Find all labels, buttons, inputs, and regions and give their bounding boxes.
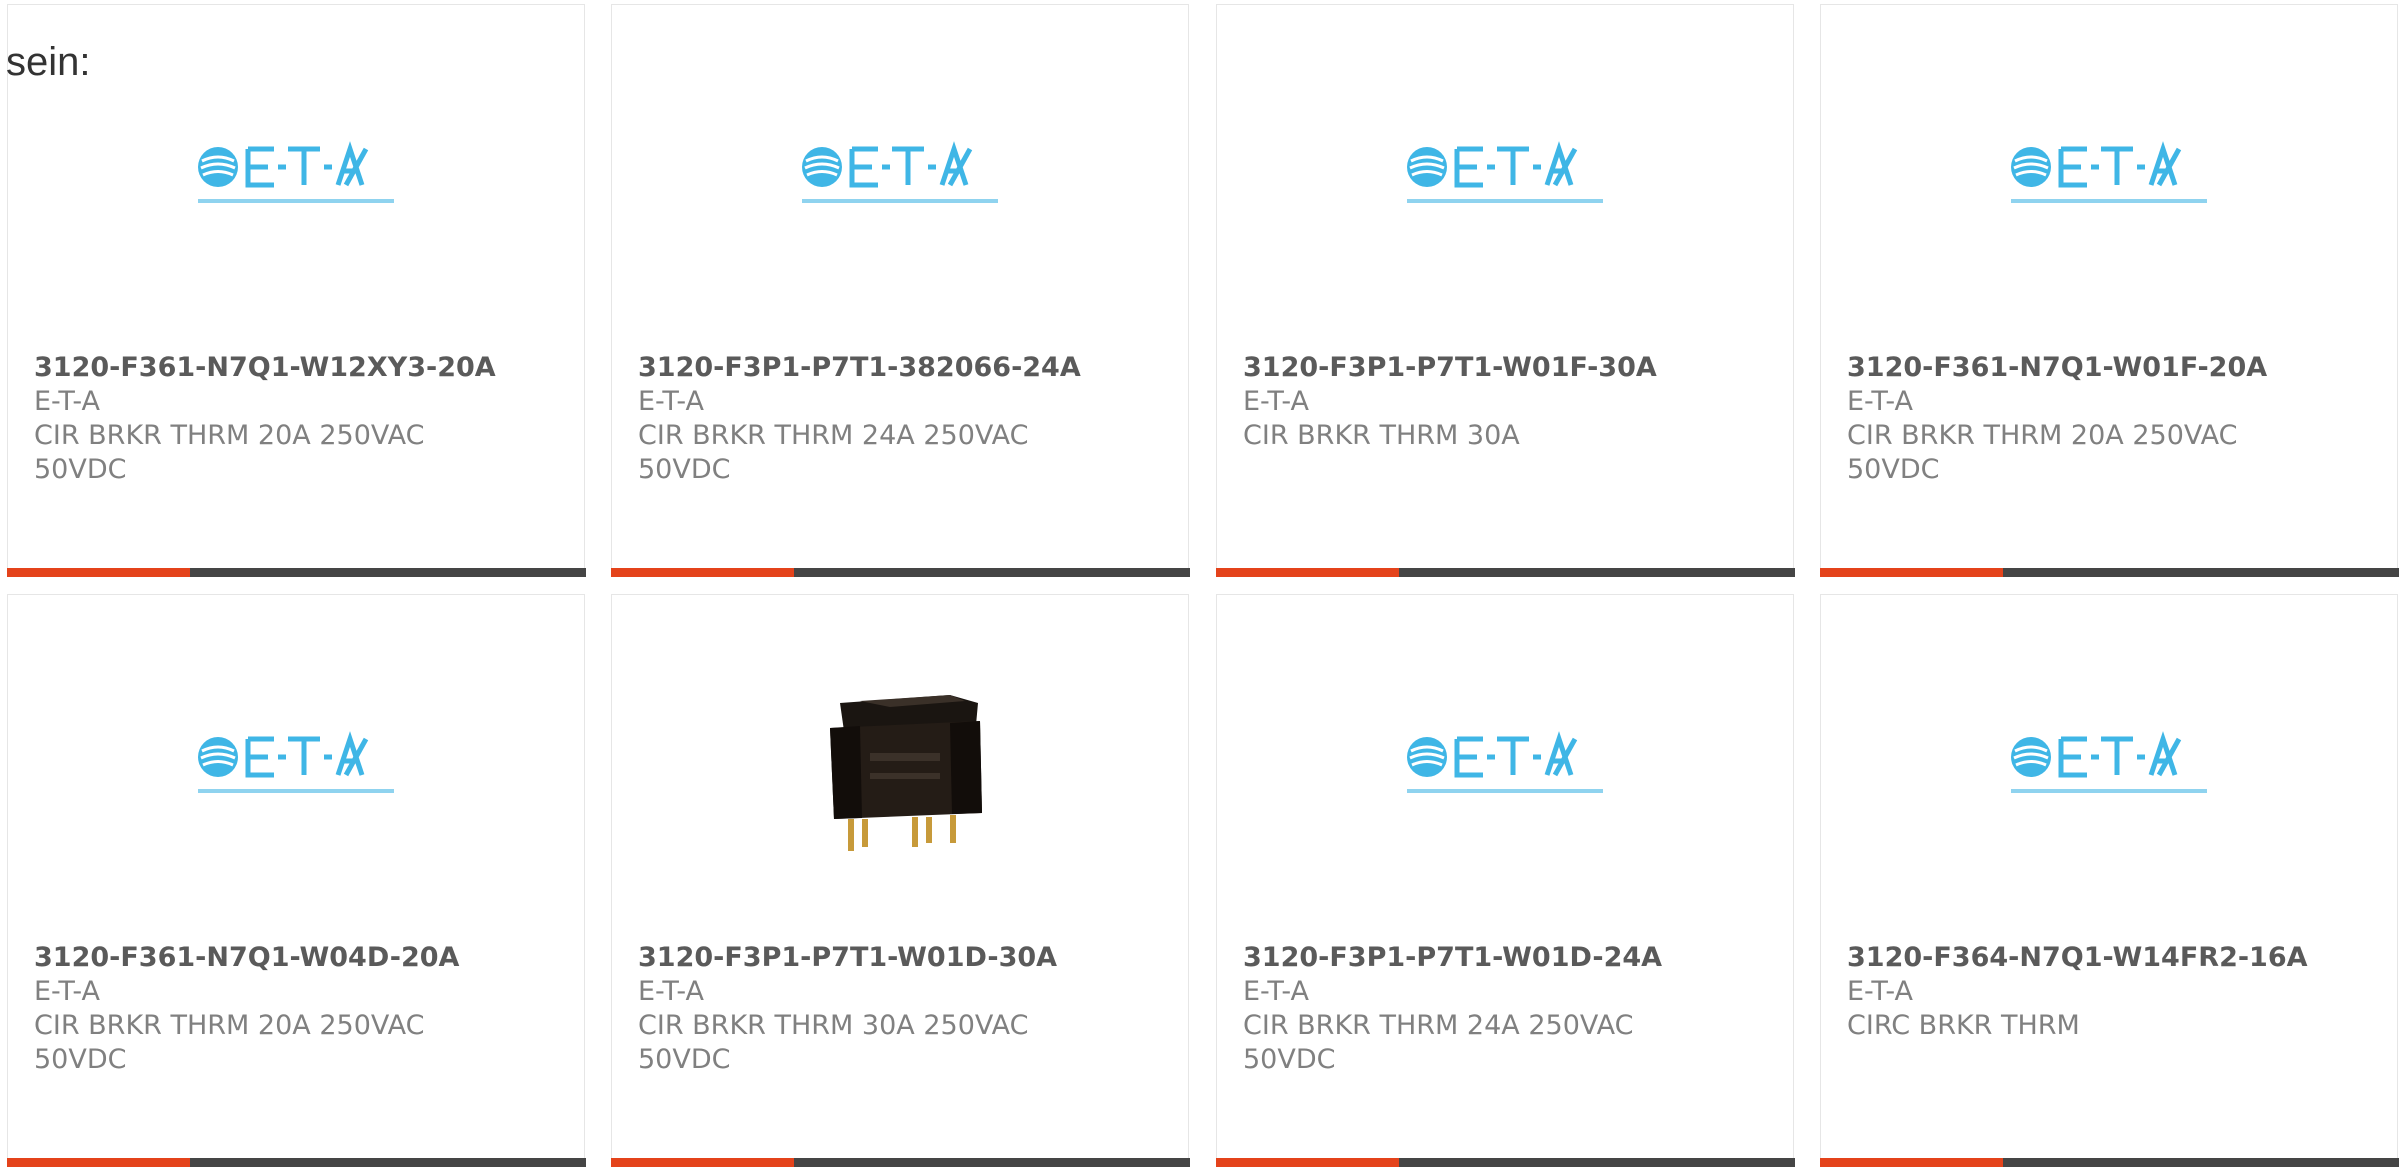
card-footer-bar [610,567,1190,577]
product-card[interactable]: 3120-F3P1-P7T1-W01D-24A E-T-A CIR BRKR T… [1215,594,1795,1167]
description: CIRC BRKR THRM [1847,1010,2080,1041]
product-info: 3120-F3P1-P7T1-382066-24A E-T-A CIR BRKR… [638,351,1168,487]
card-footer-bar [1819,1157,2399,1167]
eta-logo-icon [198,731,394,793]
part-number-link[interactable]: 3120-F361-N7Q1-W04D-20A [34,941,564,975]
manufacturer: E-T-A [1243,386,1309,417]
part-number-link[interactable]: 3120-F361-N7Q1-W01F-20A [1847,351,2377,385]
card-footer-bar [1215,1157,1795,1167]
description: CIR BRKR THRM 20A 250VAC 50VDC [34,420,425,485]
eta-logo-icon [802,141,998,203]
part-number-link[interactable]: 3120-F364-N7Q1-W14FR2-16A [1847,941,2377,975]
product-image[interactable] [8,141,584,361]
product-info: 3120-F361-N7Q1-W12XY3-20A E-T-A CIR BRKR… [34,351,564,487]
product-info: 3120-F364-N7Q1-W14FR2-16A E-T-A CIRC BRK… [1847,941,2377,1043]
card-accent [610,567,794,577]
card-accent [6,567,190,577]
part-number-link[interactable]: 3120-F3P1-P7T1-W01D-30A [638,941,1168,975]
card-footer-bar [1215,567,1795,577]
part-number-link[interactable]: 3120-F3P1-P7T1-W01F-30A [1243,351,1773,385]
product-card[interactable]: 3120-F364-N7Q1-W14FR2-16A E-T-A CIRC BRK… [1819,594,2399,1167]
card-accent [6,1157,190,1167]
product-image[interactable] [1217,141,1793,361]
card-accent [1819,567,2003,577]
product-info: 3120-F3P1-P7T1-W01D-24A E-T-A CIR BRKR T… [1243,941,1773,1077]
product-image[interactable] [612,141,1188,361]
product-image[interactable] [1821,731,2397,951]
product-info: 3120-F361-N7Q1-W01F-20A E-T-A CIR BRKR T… [1847,351,2377,487]
eta-logo-icon [2011,731,2207,793]
card-accent [1215,567,1399,577]
manufacturer: E-T-A [1847,386,1913,417]
product-info: 3120-F361-N7Q1-W04D-20A E-T-A CIR BRKR T… [34,941,564,1077]
eta-logo-icon [2011,141,2207,203]
eta-logo-icon [198,141,394,203]
card-footer-bar [6,567,586,577]
description: CIR BRKR THRM 30A 250VAC 50VDC [638,1010,1029,1075]
product-card[interactable]: 3120-F3P1-P7T1-W01F-30A E-T-A CIR BRKR T… [1215,4,1795,577]
manufacturer: E-T-A [34,976,100,1007]
card-accent [1819,1157,2003,1167]
product-info: 3120-F3P1-P7T1-W01F-30A E-T-A CIR BRKR T… [1243,351,1773,453]
rocker-switch-photo-icon [800,673,1000,863]
product-card[interactable]: 3120-F361-N7Q1-W12XY3-20A E-T-A CIR BRKR… [6,4,586,577]
card-footer-bar [6,1157,586,1167]
description: CIR BRKR THRM 20A 250VAC 50VDC [1847,420,2238,485]
intro-text: sein: [6,40,91,84]
description: CIR BRKR THRM 24A 250VAC 50VDC [638,420,1029,485]
card-accent [1215,1157,1399,1167]
card-accent [610,1157,794,1167]
product-image[interactable] [1217,731,1793,951]
product-card[interactable]: 3120-F361-N7Q1-W01F-20A E-T-A CIR BRKR T… [1819,4,2399,577]
product-card[interactable]: 3120-F3P1-P7T1-382066-24A E-T-A CIR BRKR… [610,4,1190,577]
manufacturer: E-T-A [1847,976,1913,1007]
manufacturer: E-T-A [1243,976,1309,1007]
product-info: 3120-F3P1-P7T1-W01D-30A E-T-A CIR BRKR T… [638,941,1168,1077]
product-image[interactable] [1821,141,2397,361]
product-image[interactable] [8,731,584,951]
product-card[interactable]: 3120-F361-N7Q1-W04D-20A E-T-A CIR BRKR T… [6,594,586,1167]
product-card[interactable]: 3120-F3P1-P7T1-W01D-30A E-T-A CIR BRKR T… [610,594,1190,1167]
eta-logo-icon [1407,731,1603,793]
product-image[interactable] [612,673,1188,893]
manufacturer: E-T-A [638,976,704,1007]
description: CIR BRKR THRM 24A 250VAC 50VDC [1243,1010,1634,1075]
manufacturer: E-T-A [638,386,704,417]
card-footer-bar [1819,567,2399,577]
manufacturer: E-T-A [34,386,100,417]
description: CIR BRKR THRM 20A 250VAC 50VDC [34,1010,425,1075]
part-number-link[interactable]: 3120-F361-N7Q1-W12XY3-20A [34,351,564,385]
part-number-link[interactable]: 3120-F3P1-P7T1-W01D-24A [1243,941,1773,975]
description: CIR BRKR THRM 30A [1243,420,1520,451]
card-footer-bar [610,1157,1190,1167]
eta-logo-icon [1407,141,1603,203]
part-number-link[interactable]: 3120-F3P1-P7T1-382066-24A [638,351,1168,385]
